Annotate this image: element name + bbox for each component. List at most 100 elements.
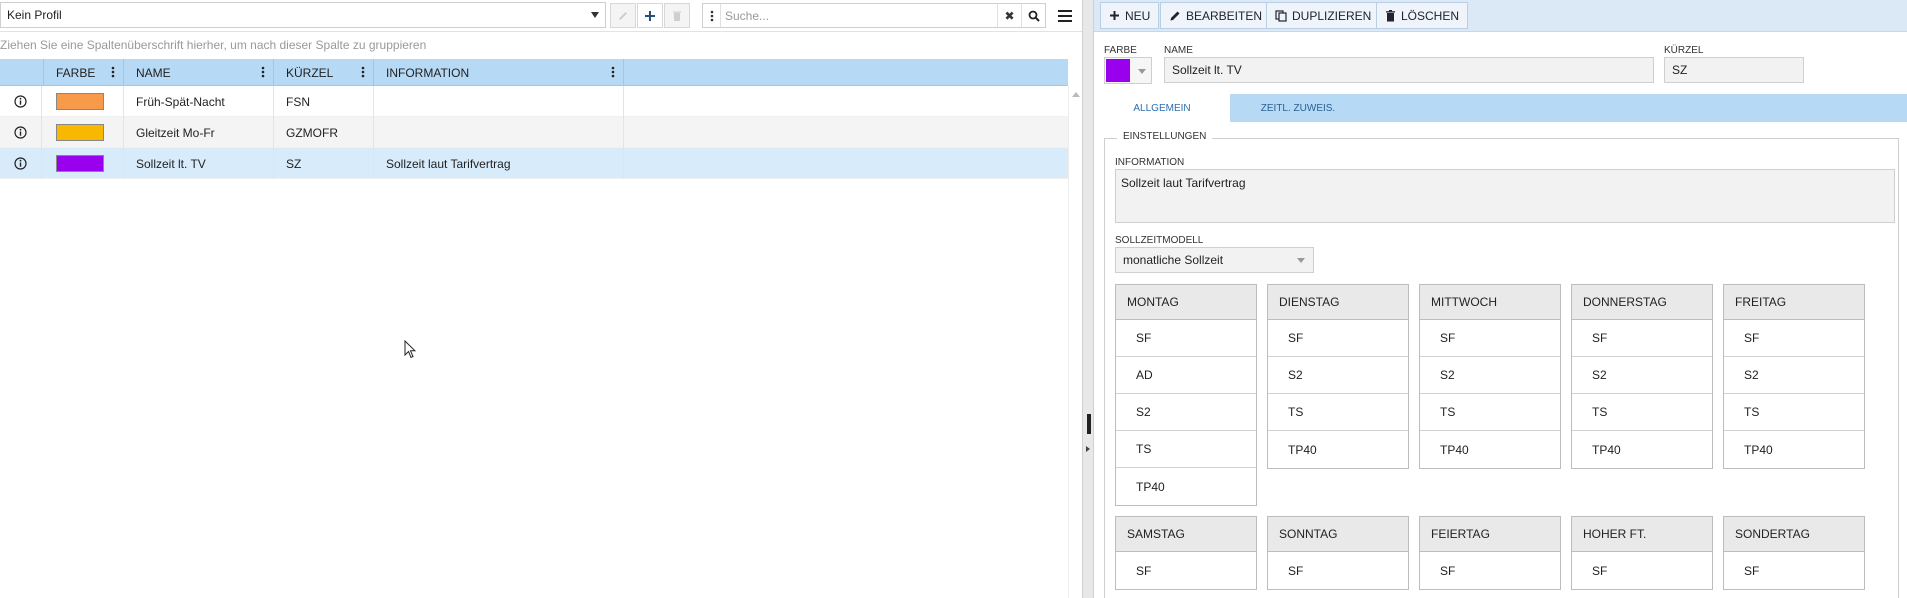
settings-fieldset: EINSTELLUNGEN INFORMATION Sollzeit laut … [1104, 131, 1899, 598]
day-shift-item[interactable]: S2 [1724, 357, 1864, 394]
day-shift-item[interactable]: SF [1116, 552, 1256, 589]
close-icon: ✖ [1004, 8, 1015, 23]
duplicate-button[interactable]: DUPLIZIEREN [1266, 2, 1381, 29]
panel-splitter[interactable] [1082, 0, 1094, 598]
vertical-dots-icon [710, 10, 713, 21]
day-header: SONNTAG [1268, 517, 1408, 552]
header-information[interactable]: INFORMATION [374, 59, 624, 86]
day-column: DIENSTAG SF S2 TS TP40 [1267, 284, 1409, 469]
day-header: MITTWOCH [1420, 285, 1560, 320]
day-column: SONNTAG SF [1267, 516, 1409, 590]
tab-time-assignment[interactable]: ZEITL. ZUWEIS. [1230, 94, 1366, 122]
color-picker[interactable] [1104, 57, 1152, 84]
tab-general[interactable]: ALLGEMEIN [1094, 94, 1230, 122]
search-icon [1028, 10, 1040, 22]
short-field[interactable]: SZ [1664, 57, 1804, 83]
menu-button[interactable] [1052, 3, 1078, 28]
day-shift-item[interactable]: TS [1268, 394, 1408, 431]
selected-color-chip [1106, 59, 1130, 82]
day-column: FREITAG SF S2 TS TP40 [1723, 284, 1865, 469]
delete-button[interactable] [664, 3, 690, 28]
day-shift-item[interactable]: TS [1116, 431, 1256, 468]
row-info-button[interactable] [0, 117, 42, 148]
row-name-cell: Gleitzeit Mo-Fr [124, 117, 274, 148]
group-by-hint: Ziehen Sie eine Spaltenüberschrift hierh… [0, 38, 427, 52]
clear-search-button[interactable]: ✖ [997, 4, 1021, 27]
table-row[interactable]: Früh-Spät-Nacht FSN [0, 86, 1068, 117]
day-shift-item[interactable]: S2 [1420, 357, 1560, 394]
day-column: SAMSTAG SF [1115, 516, 1257, 590]
day-shift-item[interactable]: SF [1420, 552, 1560, 589]
day-shift-item[interactable]: SF [1724, 552, 1864, 589]
day-shift-item[interactable]: SF [1116, 320, 1256, 357]
edit-button-label: BEARBEITEN [1186, 8, 1263, 23]
row-info-button[interactable] [0, 148, 42, 179]
column-menu-icon[interactable] [261, 66, 265, 78]
settings-legend: EINSTELLUNGEN [1117, 131, 1213, 142]
day-shift-item[interactable]: AD [1116, 357, 1256, 394]
row-info-button[interactable] [0, 86, 42, 117]
column-menu-icon[interactable] [111, 66, 115, 78]
row-short-cell: FSN [274, 86, 374, 117]
search-button[interactable] [1021, 4, 1045, 27]
info-icon [14, 157, 27, 170]
day-shift-item[interactable]: S2 [1572, 357, 1712, 394]
day-column: SONDERTAG SF [1723, 516, 1865, 590]
day-shift-item[interactable]: SF [1268, 552, 1408, 589]
row-info-cell [374, 117, 624, 148]
information-label: INFORMATION [1115, 157, 1185, 168]
day-shift-item[interactable]: TP40 [1572, 431, 1712, 468]
splitter-grip[interactable] [1087, 414, 1091, 434]
edit-button[interactable]: BEARBEITEN [1160, 2, 1272, 29]
header-short[interactable]: KÜRZEL [274, 59, 374, 86]
day-shift-item[interactable]: TS [1724, 394, 1864, 431]
day-shift-item[interactable]: TP40 [1268, 431, 1408, 468]
target-time-model-label: SOLLZEITMODELL [1115, 235, 1204, 246]
header-name[interactable]: NAME [124, 59, 274, 86]
day-shift-item[interactable]: TP40 [1724, 431, 1864, 468]
day-column: MONTAG SF AD S2 TS TP40 [1115, 284, 1257, 506]
header-information-label: INFORMATION [386, 65, 470, 80]
table-row[interactable]: Gleitzeit Mo-Fr GZMOFR [0, 117, 1068, 148]
scroll-up-icon[interactable] [1072, 92, 1080, 97]
vertical-scrollbar[interactable] [1068, 86, 1082, 598]
name-field[interactable]: Sollzeit lt. TV [1164, 57, 1654, 83]
table-row-selected[interactable]: Sollzeit lt. TV SZ Sollzeit laut Tarifve… [0, 148, 1068, 179]
color-swatch [56, 93, 104, 110]
row-short-cell: SZ [274, 148, 374, 179]
day-header: DIENSTAG [1268, 285, 1408, 320]
column-menu-icon[interactable] [361, 66, 365, 78]
header-short-label: KÜRZEL [286, 65, 334, 80]
day-shift-item[interactable]: TP40 [1420, 431, 1560, 468]
day-shift-item[interactable]: SF [1572, 552, 1712, 589]
profile-select[interactable]: Kein Profil [0, 2, 606, 28]
delete-button[interactable]: LÖSCHEN [1376, 2, 1469, 29]
information-textarea[interactable]: Sollzeit laut Tarifvertrag [1115, 169, 1895, 223]
column-menu-icon[interactable] [611, 66, 615, 78]
add-button[interactable] [637, 3, 663, 28]
day-header: SAMSTAG [1116, 517, 1256, 552]
row-color-cell [44, 117, 124, 148]
header-name-label: NAME [136, 65, 171, 80]
day-header: DONNERSTAG [1572, 285, 1712, 320]
day-shift-item[interactable]: S2 [1268, 357, 1408, 394]
header-color[interactable]: FARBE [44, 59, 124, 86]
chevron-down-icon [1297, 258, 1305, 263]
new-button[interactable]: NEU [1100, 2, 1160, 29]
day-shift-item[interactable]: TP40 [1116, 468, 1256, 505]
search-options-button[interactable] [703, 4, 721, 27]
search-input[interactable] [725, 6, 995, 25]
day-shift-item[interactable]: TS [1572, 394, 1712, 431]
edit-button[interactable] [610, 3, 636, 28]
day-shift-item[interactable]: SF [1420, 320, 1560, 357]
day-shift-item[interactable]: SF [1268, 320, 1408, 357]
target-time-model-select[interactable]: monatliche Sollzeit [1115, 247, 1314, 273]
day-shift-item[interactable]: TS [1420, 394, 1560, 431]
day-shift-item[interactable]: SF [1724, 320, 1864, 357]
collapse-arrow-icon[interactable] [1086, 446, 1090, 452]
day-shift-item[interactable]: S2 [1116, 394, 1256, 431]
day-shift-item[interactable]: SF [1572, 320, 1712, 357]
profile-list-panel: Kein Profil ✖ Ziehen Sie eine Spaltenübe… [0, 0, 1082, 598]
row-short-cell: GZMOFR [274, 117, 374, 148]
header-color-label: FARBE [56, 65, 96, 80]
